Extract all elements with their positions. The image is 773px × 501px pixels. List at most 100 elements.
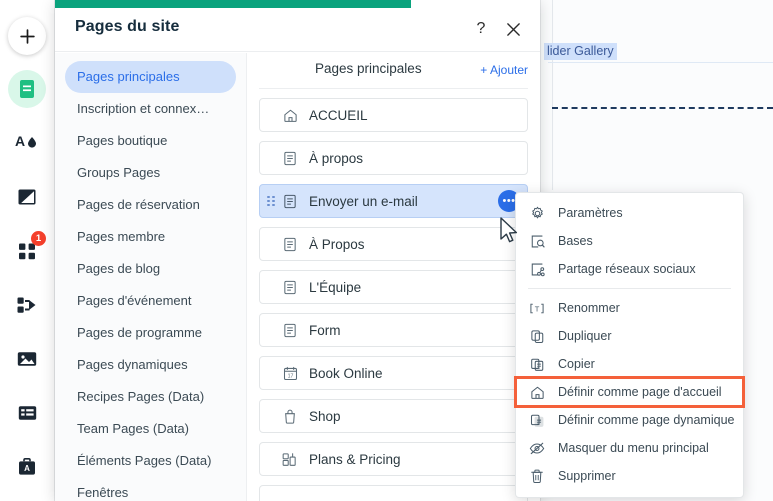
modal-sidebar: Pages principales Inscription et connex……: [55, 53, 247, 501]
svg-text:T: T: [535, 304, 540, 313]
menu-item-renommer[interactable]: T Renommer: [516, 294, 743, 322]
menu-item-partage-reseaux-sociaux[interactable]: Partage réseaux sociaux: [516, 255, 743, 283]
menu-item-dupliquer[interactable]: Dupliquer: [516, 322, 743, 350]
list-item[interactable]: L'Équipe: [259, 270, 528, 304]
modal-header: Pages du site ?: [55, 8, 540, 52]
svg-text:A: A: [24, 464, 30, 473]
menu-item-supprimer[interactable]: Supprimer: [516, 462, 743, 490]
page-title: Pages du site: [75, 18, 180, 35]
shopping-bag-icon: [282, 408, 298, 424]
copy-icon: [528, 355, 546, 373]
site-pages-modal: Pages du site ? Pages principales Inscri…: [55, 0, 540, 501]
list-item[interactable]: À Propos: [259, 227, 528, 261]
list-item[interactable]: Shop: [259, 399, 528, 433]
menu-item-label: Définir comme page d'accueil: [558, 385, 722, 399]
menu-item-copier[interactable]: Copier: [516, 350, 743, 378]
pages-icon[interactable]: [7, 69, 47, 109]
sidebar-item-elements-pages[interactable]: Éléments Pages (Data): [65, 445, 236, 477]
pages-list: ACCUEIL À propos Envoyer un e-mail ••• À…: [247, 89, 540, 501]
theme-icon[interactable]: [7, 177, 47, 217]
page-label: À propos: [309, 150, 364, 166]
content-manager-icon[interactable]: [7, 393, 47, 433]
menu-item-definir-page-accueil[interactable]: Définir comme page d'accueil: [514, 376, 745, 408]
menu-item-label: Bases: [558, 234, 593, 248]
menu-item-definir-page-dynamique[interactable]: Définir comme page dynamique: [516, 406, 743, 434]
canvas-dashed-guide: [552, 107, 773, 109]
sidebar-item-pages-evenement[interactable]: Pages d'événement: [65, 285, 236, 317]
list-item[interactable]: ACCUEIL: [259, 98, 528, 132]
page-icon: [282, 322, 298, 338]
sidebar-item-pages-principales[interactable]: Pages principales: [65, 61, 236, 93]
menu-item-label: Dupliquer: [558, 329, 612, 343]
page-icon: [282, 150, 298, 166]
modal-main-pane: Pages principales + Ajouter ACCUEIL À pr…: [247, 53, 540, 501]
sidebar-item-pages-boutique[interactable]: Pages boutique: [65, 125, 236, 157]
page-label: Book Online: [309, 365, 383, 381]
menu-item-masquer-menu-principal[interactable]: Masquer du menu principal: [516, 434, 743, 462]
page-label: Envoyer un e-mail: [309, 193, 418, 209]
plus-icon: [19, 28, 35, 44]
calendar-icon: 17: [282, 365, 298, 381]
apps-badge: 1: [31, 231, 46, 246]
canvas-guide-line: [552, 0, 553, 190]
list-item[interactable]: À propos: [259, 141, 528, 175]
modal-accent-bar: [55, 0, 411, 8]
page-icon: [282, 279, 298, 295]
sidebar-item-pages-reservation[interactable]: Pages de réservation: [65, 189, 236, 221]
list-item-selected[interactable]: Envoyer un e-mail •••: [259, 184, 528, 218]
add-page-button[interactable]: + Ajouter: [480, 63, 528, 77]
duplicate-icon: [528, 327, 546, 345]
sidebar-item-groups-pages[interactable]: Groups Pages: [65, 157, 236, 189]
home-icon: [528, 383, 546, 401]
image-icon: [17, 352, 37, 366]
document-icon: [20, 80, 34, 98]
social-share-icon: [528, 260, 546, 278]
menu-item-bases[interactable]: Bases: [516, 227, 743, 255]
apps-icon[interactable]: 1: [7, 231, 47, 271]
canvas-divider: [548, 62, 773, 63]
list-item-partial[interactable]: [259, 485, 528, 501]
sidebar-item-fenetres[interactable]: Fenêtres: [65, 477, 236, 501]
sidebar-item-pages-membre[interactable]: Pages membre: [65, 221, 236, 253]
close-icon[interactable]: [502, 18, 524, 40]
app-window: lider Gallery A 1 A Pages du site ? Page…: [0, 0, 773, 501]
page-label: L'Équipe: [309, 279, 362, 295]
business-icon[interactable]: A: [7, 447, 47, 487]
help-icon[interactable]: ?: [470, 18, 492, 40]
sidebar-item-team-pages[interactable]: Team Pages (Data): [65, 413, 236, 445]
left-app-rail: A 1 A: [0, 0, 55, 501]
sidebar-item-recipes-pages[interactable]: Recipes Pages (Data): [65, 381, 236, 413]
svg-text:17: 17: [287, 373, 293, 379]
main-pane-header: Pages principales + Ajouter: [259, 53, 528, 89]
page-label: ACCUEIL: [309, 107, 368, 123]
page-context-menu: Paramètres Bases Partage réseaux sociaux…: [514, 192, 745, 498]
menu-item-label: Partage réseaux sociaux: [558, 262, 696, 276]
dynamic-page-icon: [528, 411, 546, 429]
automations-icon[interactable]: [7, 285, 47, 325]
flow-icon: [17, 297, 36, 313]
sidebar-item-inscription[interactable]: Inscription et connex…: [65, 93, 236, 125]
gear-icon: [528, 204, 546, 222]
menu-item-label: Renommer: [558, 301, 620, 315]
media-icon[interactable]: [7, 339, 47, 379]
canvas-section-tab[interactable]: lider Gallery: [544, 43, 617, 60]
list-item[interactable]: Form: [259, 313, 528, 347]
design-icon[interactable]: A: [7, 123, 47, 163]
seo-basics-icon: [528, 232, 546, 250]
menu-item-parametres[interactable]: Paramètres: [516, 199, 743, 227]
page-icon: [282, 193, 298, 209]
list-item[interactable]: Plans & Pricing: [259, 442, 528, 476]
menu-separator: [528, 288, 731, 289]
sidebar-item-pages-dynamiques[interactable]: Pages dynamiques: [65, 349, 236, 381]
sidebar-item-pages-programme[interactable]: Pages de programme: [65, 317, 236, 349]
contrast-square-icon: [18, 189, 35, 205]
drag-handle-icon[interactable]: [267, 196, 275, 206]
sidebar-item-pages-blog[interactable]: Pages de blog: [65, 253, 236, 285]
main-pane-title: Pages principales: [315, 61, 422, 76]
add-button[interactable]: [8, 17, 46, 55]
pages-active-bg: [8, 70, 46, 108]
menu-item-label: Définir comme page dynamique: [558, 413, 735, 427]
svg-text:A: A: [15, 133, 25, 149]
page-label: Form: [309, 322, 341, 338]
list-item[interactable]: 17 Book Online: [259, 356, 528, 390]
